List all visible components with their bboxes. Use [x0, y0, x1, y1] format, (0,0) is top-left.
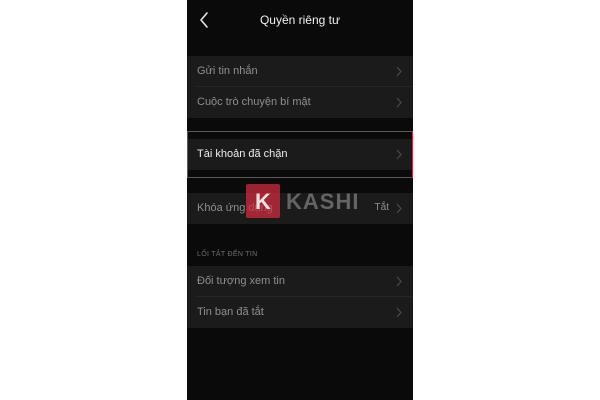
- row-label: Đối tượng xem tin: [197, 275, 285, 287]
- chevron-right-icon: [396, 66, 402, 77]
- list-item-send-messages[interactable]: Gửi tin nhắn: [187, 56, 413, 87]
- row-label: Cuộc trò chuyện bí mật: [197, 96, 311, 108]
- chevron-right-icon: [396, 307, 402, 318]
- watermark-letter: K: [255, 189, 271, 214]
- row-label: Gửi tin nhắn: [197, 65, 258, 77]
- kashi-watermark: K KASHI: [246, 184, 360, 218]
- stories-section: Đối tượng xem tin Tin bạn đã tắt: [187, 266, 413, 328]
- list-item-story-audience[interactable]: Đối tượng xem tin: [187, 266, 413, 297]
- chevron-right-icon: [396, 276, 402, 287]
- list-item-secret-chat[interactable]: Cuộc trò chuyện bí mật: [187, 87, 413, 118]
- watermark-text: KASHI: [286, 189, 360, 214]
- list-item-muted-stories[interactable]: Tin bạn đã tắt: [187, 297, 413, 328]
- chevron-right-icon: [396, 203, 402, 214]
- watermark-logo-box: K: [246, 184, 280, 218]
- nav-header: Quyền riêng tư: [187, 0, 413, 42]
- section-caption: LỐI TẮT ĐẾN TIN: [197, 251, 258, 258]
- row-value: Tắt: [374, 202, 389, 213]
- chevron-right-icon: [396, 97, 402, 108]
- row-label: Tin bạn đã tắt: [197, 306, 264, 318]
- messaging-section: Gửi tin nhắn Cuộc trò chuyện bí mật: [187, 56, 413, 118]
- highlight-box: [187, 131, 413, 178]
- page-title: Quyền riêng tư: [259, 13, 341, 27]
